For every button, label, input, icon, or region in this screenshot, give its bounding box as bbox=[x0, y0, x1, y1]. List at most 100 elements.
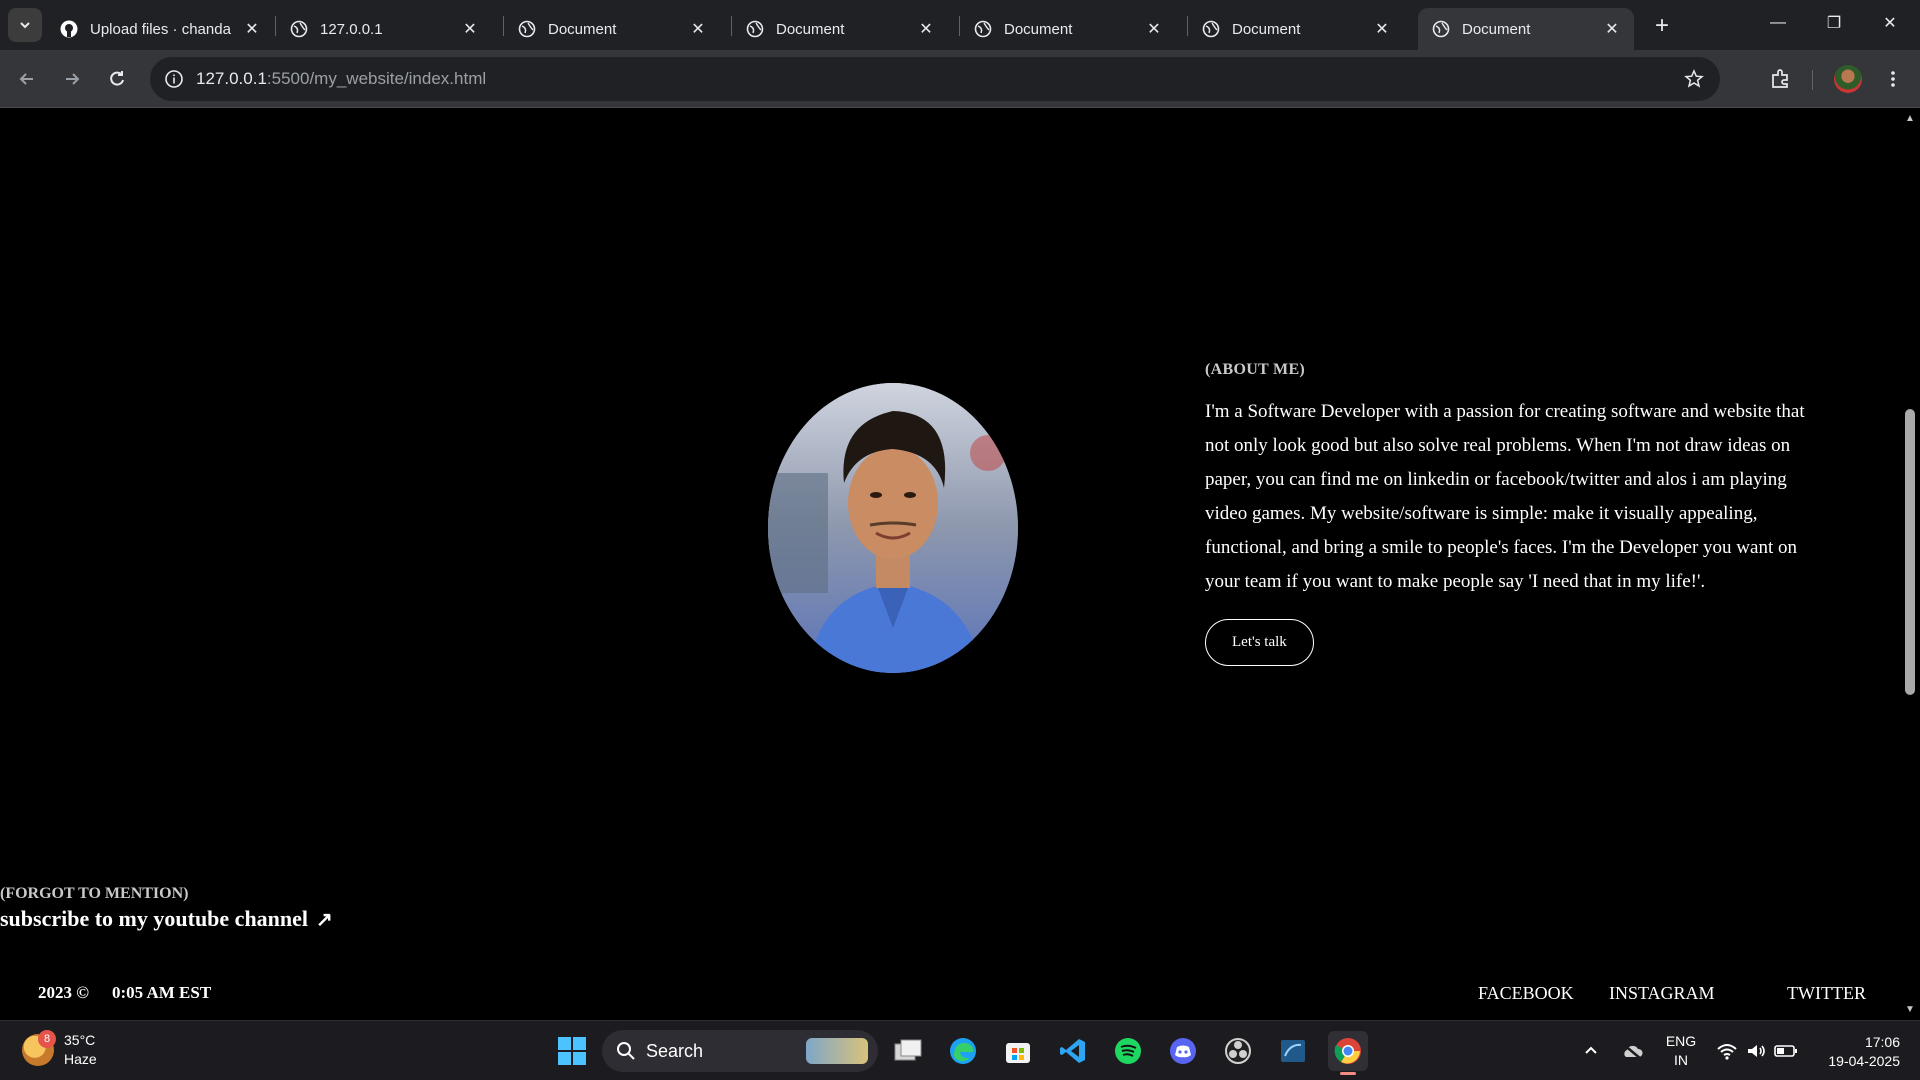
chevron-down-icon bbox=[20, 22, 30, 29]
close-icon[interactable]: ✕ bbox=[242, 19, 262, 39]
spotify-app-button[interactable] bbox=[1108, 1031, 1148, 1071]
close-icon[interactable]: ✕ bbox=[1602, 19, 1622, 39]
discord-app-button[interactable] bbox=[1163, 1031, 1203, 1071]
close-window-button[interactable]: ✕ bbox=[1862, 0, 1918, 46]
battery-icon bbox=[1774, 1045, 1797, 1057]
about-paragraph: I'm a Software Developer with a passion … bbox=[1205, 401, 1805, 592]
scroll-down-icon[interactable]: ▼ bbox=[1904, 1004, 1916, 1016]
volume-icon bbox=[1748, 1045, 1765, 1057]
show-hidden-icons-button[interactable] bbox=[1582, 1021, 1600, 1080]
globe-icon bbox=[290, 20, 308, 38]
task-view-icon bbox=[894, 1039, 922, 1061]
facebook-link[interactable]: FACEBOOK bbox=[1478, 983, 1574, 1004]
active-app-indicator bbox=[1340, 1072, 1356, 1075]
back-button[interactable] bbox=[10, 62, 44, 96]
tab-title: Document bbox=[1232, 20, 1301, 38]
weather-description: Haze bbox=[64, 1051, 97, 1067]
clock-time: 17:06 bbox=[1864, 1034, 1900, 1050]
site-info-icon[interactable] bbox=[162, 67, 186, 91]
tab-document-1[interactable]: Document ✕ bbox=[504, 8, 720, 50]
close-icon[interactable]: ✕ bbox=[460, 19, 480, 39]
chrome-menu-button[interactable] bbox=[1876, 62, 1910, 96]
tab-search-button[interactable] bbox=[8, 8, 42, 42]
extensions-button[interactable] bbox=[1764, 62, 1798, 96]
onedrive-status[interactable] bbox=[1620, 1021, 1644, 1080]
tab-document-3[interactable]: Document ✕ bbox=[960, 8, 1176, 50]
minimize-icon: ― bbox=[1770, 14, 1786, 31]
scroll-up-icon[interactable]: ▲ bbox=[1904, 113, 1916, 125]
url-text[interactable]: 127.0.0.1:5500/my_website/index.html bbox=[196, 69, 486, 89]
url-host: 127.0.0.1 bbox=[196, 69, 267, 88]
search-highlight-image bbox=[806, 1038, 868, 1064]
weather-icon: 8 bbox=[22, 1030, 56, 1066]
arrow-right-icon bbox=[66, 73, 80, 85]
tab-document-active[interactable]: Document ✕ bbox=[1418, 8, 1634, 50]
vscode-icon bbox=[1060, 1039, 1085, 1063]
forward-button[interactable] bbox=[55, 62, 89, 96]
github-icon bbox=[60, 20, 78, 38]
puzzle-icon bbox=[1772, 69, 1788, 88]
tab-title: 127.0.0.1 bbox=[320, 20, 383, 38]
minimize-button[interactable]: ― bbox=[1750, 0, 1806, 46]
start-button[interactable] bbox=[552, 1031, 592, 1071]
close-icon[interactable]: ✕ bbox=[688, 19, 708, 39]
weather-temperature: 35°C bbox=[64, 1032, 96, 1048]
language-code: ENG bbox=[1665, 1033, 1697, 1049]
weather-widget[interactable]: 8 35°C Haze bbox=[22, 1030, 97, 1069]
browser-toolbar: 127.0.0.1:5500/my_website/index.html bbox=[0, 50, 1920, 108]
tab-document-2[interactable]: Document ✕ bbox=[732, 8, 948, 50]
close-icon[interactable]: ✕ bbox=[916, 19, 936, 39]
tab-title: Document bbox=[776, 20, 845, 38]
lets-talk-button[interactable]: Let's talk bbox=[1205, 619, 1314, 666]
microsoft-store-icon bbox=[1006, 1043, 1030, 1063]
tab-title: Document bbox=[1462, 20, 1531, 38]
arrow-up-right-icon: ↗ bbox=[316, 909, 333, 931]
tab-upload-files[interactable]: Upload files · chanda ✕ bbox=[46, 8, 274, 50]
store-app-button[interactable] bbox=[998, 1031, 1038, 1071]
vscode-app-button[interactable] bbox=[1053, 1031, 1093, 1071]
new-tab-button[interactable]: + bbox=[1648, 12, 1676, 40]
obs-app-button[interactable] bbox=[1218, 1031, 1258, 1071]
notification-badge: 8 bbox=[38, 1030, 56, 1048]
edge-app-button[interactable] bbox=[943, 1031, 983, 1071]
toolbar-separator bbox=[1812, 70, 1813, 90]
close-icon[interactable]: ✕ bbox=[1372, 19, 1392, 39]
tab-document-4[interactable]: Document ✕ bbox=[1188, 8, 1404, 50]
bookmark-star-icon[interactable] bbox=[1682, 67, 1706, 91]
close-icon: ✕ bbox=[1883, 15, 1897, 32]
network-volume-battery[interactable] bbox=[1716, 1021, 1798, 1080]
taskbar-search[interactable]: Search bbox=[602, 1030, 878, 1072]
cloud-off-icon bbox=[1622, 1043, 1643, 1060]
page-scrollbar[interactable]: ▲ ▼ bbox=[1900, 109, 1920, 1020]
globe-icon bbox=[974, 20, 992, 38]
chrome-icon bbox=[1334, 1038, 1361, 1064]
search-icon bbox=[617, 1042, 635, 1060]
portrait-illustration bbox=[768, 383, 1018, 673]
windows-taskbar: 8 35°C Haze Search ENG IN 17:06 19-04-20… bbox=[0, 1020, 1920, 1080]
reload-icon bbox=[110, 71, 124, 86]
reload-button[interactable] bbox=[100, 62, 134, 96]
wifi-icon bbox=[1717, 1044, 1737, 1060]
restore-button[interactable]: ❐ bbox=[1806, 0, 1862, 46]
chrome-app-button[interactable] bbox=[1328, 1031, 1368, 1075]
address-bar[interactable]: 127.0.0.1:5500/my_website/index.html bbox=[150, 57, 1720, 101]
close-icon[interactable]: ✕ bbox=[1144, 19, 1164, 39]
twitter-link[interactable]: TWITTER bbox=[1787, 983, 1866, 1004]
tab-localhost[interactable]: 127.0.0.1 ✕ bbox=[276, 8, 492, 50]
language-indicator[interactable]: ENG IN bbox=[1664, 1021, 1698, 1080]
sql-tool-app-button[interactable] bbox=[1273, 1031, 1313, 1071]
about-section: (ABOUT ME) I'm a Software Developer with… bbox=[1205, 361, 1815, 666]
globe-icon bbox=[1432, 20, 1450, 38]
search-label: Search bbox=[646, 1040, 704, 1061]
more-vertical-icon bbox=[1891, 71, 1895, 87]
subscribe-youtube-link[interactable]: subscribe to my youtube channel ↗ bbox=[0, 906, 333, 932]
instagram-link[interactable]: INSTAGRAM bbox=[1609, 983, 1715, 1004]
profile-avatar[interactable] bbox=[1834, 65, 1862, 93]
spotify-icon bbox=[1115, 1038, 1141, 1064]
chevron-up-icon bbox=[1585, 1046, 1597, 1054]
obs-icon bbox=[1225, 1038, 1251, 1064]
system-clock[interactable]: 17:06 19-04-2025 bbox=[1810, 1033, 1900, 1071]
scroll-thumb[interactable] bbox=[1905, 409, 1915, 695]
task-view-button[interactable] bbox=[888, 1031, 928, 1071]
globe-icon bbox=[746, 20, 764, 38]
